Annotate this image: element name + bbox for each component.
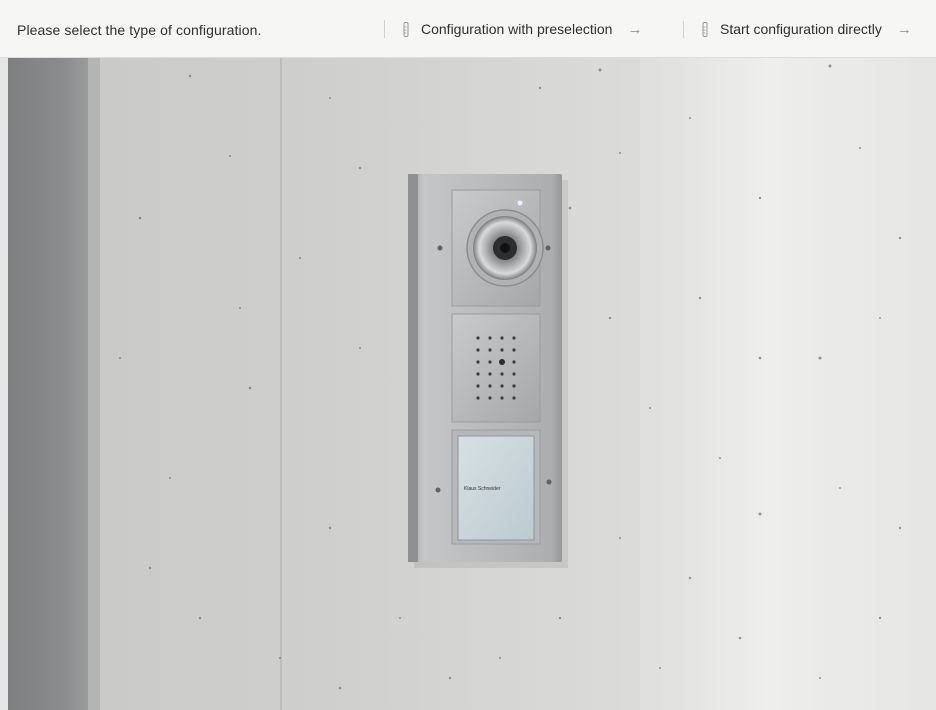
configuration-with-preselection-label: Configuration with preselection [421,21,613,37]
arrow-right-icon: → [896,20,912,38]
divider [683,21,684,38]
configuration-prompt: Please select the type of configuration. [17,22,262,38]
ruler-icon [403,21,409,37]
configuration-type-bar: Please select the type of configuration.… [0,0,936,58]
door-intercom-station-icon: Klaus Schneider [0,58,936,710]
product-photo: Klaus Schneider [0,58,936,710]
ruler-icon [702,21,708,37]
configuration-with-preselection-button[interactable]: Configuration with preselection → [403,14,642,44]
nameplate-text: Klaus Schneider [464,486,501,492]
start-configuration-directly-button[interactable]: Start configuration directly → [702,14,912,44]
divider [384,20,385,38]
arrow-right-icon: → [627,20,643,38]
start-configuration-directly-label: Start configuration directly [720,21,882,37]
